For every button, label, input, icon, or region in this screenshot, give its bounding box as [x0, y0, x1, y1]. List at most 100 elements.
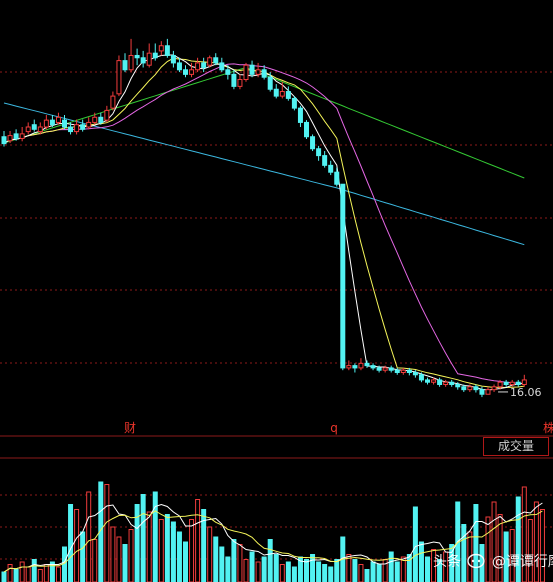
watermark: 头条 @谭谭行摩	[433, 549, 553, 575]
candle-down	[503, 381, 509, 386]
event-marker-label: q	[330, 421, 338, 435]
candle-up	[146, 52, 152, 66]
ma10-line	[3, 57, 525, 389]
candle-up	[431, 379, 437, 383]
candle-down	[285, 91, 291, 99]
candle-up	[521, 379, 527, 386]
candle-down	[291, 97, 297, 109]
volume-bar-down	[394, 561, 400, 582]
candle-down	[316, 148, 322, 157]
volume-bar-down	[140, 494, 146, 582]
volume-bar-up	[25, 566, 31, 582]
candle-down	[122, 60, 128, 71]
candle-down	[176, 62, 182, 71]
candle-down	[98, 116, 104, 123]
ma5-line	[3, 54, 525, 391]
volume-bar-down	[425, 556, 430, 582]
volume-indicator-tab[interactable]: 成交量	[483, 437, 549, 456]
volume-bar-up	[255, 561, 261, 582]
volume-bar-down	[304, 559, 309, 582]
candle-down	[449, 381, 455, 386]
volume-bar-down	[225, 556, 231, 582]
volume-bar-up	[7, 564, 13, 582]
candle-down	[334, 171, 340, 185]
volume-bar-down	[334, 559, 340, 582]
kline-chart: 财 q 株 16.06	[0, 38, 553, 582]
candle-down	[370, 365, 376, 369]
candle-up	[37, 126, 43, 133]
volume-bar-down	[328, 566, 334, 582]
candle-down	[352, 365, 358, 369]
volume-bar-up	[243, 559, 249, 582]
candle-down	[273, 88, 279, 97]
candle-up	[86, 121, 92, 128]
candle-up	[467, 386, 473, 391]
event-marker-label: 株	[543, 420, 553, 435]
candle-up	[43, 119, 49, 128]
watermark-at: @	[491, 554, 506, 570]
volume-bar-down	[267, 539, 273, 582]
candle-down	[328, 164, 334, 173]
volume-bar-up	[358, 564, 364, 582]
volume-bar-down	[219, 546, 225, 582]
candle-down	[388, 367, 394, 371]
candle-down	[62, 119, 67, 128]
candle-down	[219, 62, 225, 71]
volume-bar-down	[316, 561, 322, 582]
candle-down	[418, 374, 424, 381]
candle-down	[183, 69, 188, 75]
volume-bar-up	[207, 526, 213, 582]
volume-bar-down	[62, 546, 67, 582]
candle-down	[322, 155, 328, 166]
candle-down	[1, 136, 7, 145]
candle-down	[49, 119, 55, 126]
candle-up	[92, 116, 98, 123]
candle-down	[249, 64, 255, 75]
candle-up	[509, 381, 515, 386]
candle-up	[382, 367, 388, 371]
candle-down	[473, 386, 479, 391]
volume-bar-down	[273, 554, 279, 582]
candle-down	[13, 133, 19, 139]
candle-down	[479, 389, 485, 395]
volume-bar-down	[152, 491, 158, 582]
candle-up	[19, 133, 25, 139]
volume-bar-down	[13, 569, 19, 582]
candle-down	[225, 69, 231, 75]
watermark-logo-icon	[467, 553, 486, 568]
volume-bar-up	[158, 519, 164, 582]
volume-bar-down	[176, 531, 182, 582]
volume-bar-up	[74, 509, 80, 582]
volume-bar-up	[195, 499, 201, 582]
candle-down	[515, 381, 521, 386]
volume-bar-down	[418, 541, 424, 582]
candle-down	[455, 384, 461, 388]
volume-bar-up	[189, 519, 195, 582]
volume-bar-down	[31, 559, 37, 582]
candle-down	[140, 57, 146, 64]
volume-bar-down	[376, 564, 382, 582]
candle-up	[110, 95, 116, 109]
volume-bar-down	[261, 556, 267, 582]
volume-bar-down	[412, 506, 418, 582]
volume-bar-up	[128, 529, 134, 582]
volume-bar-up	[86, 491, 92, 582]
candle-up	[7, 135, 13, 142]
candle-down	[231, 73, 237, 87]
candle-down	[412, 371, 418, 376]
candle-up	[358, 362, 364, 369]
volume-bar-down	[164, 514, 170, 582]
volume-bar-down	[249, 551, 255, 582]
volume-bar-down	[352, 559, 358, 582]
volume-bar-up	[37, 569, 43, 582]
candle-down	[170, 54, 176, 64]
candle-down	[213, 57, 219, 64]
candle-down	[394, 369, 400, 373]
candle-up	[491, 386, 497, 391]
volume-bar-down	[388, 551, 394, 582]
candle-up	[116, 60, 122, 95]
volume-bar-down	[364, 569, 370, 582]
candle-down	[297, 107, 303, 123]
moving-average-lines	[3, 54, 525, 391]
volume-bar-up	[92, 539, 98, 582]
